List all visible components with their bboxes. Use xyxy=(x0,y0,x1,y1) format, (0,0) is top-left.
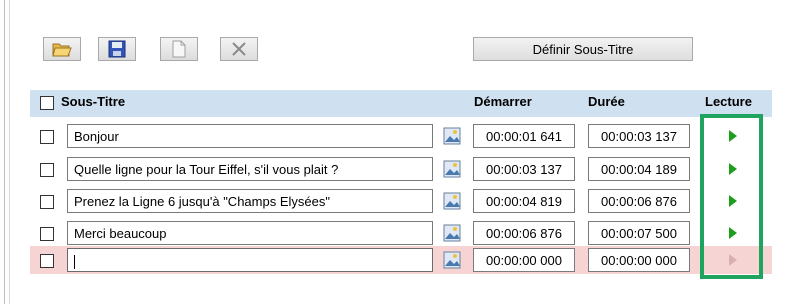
text-caret xyxy=(74,254,75,269)
image-icon[interactable] xyxy=(443,160,461,178)
save-button[interactable] xyxy=(98,37,136,61)
new-document-icon xyxy=(172,40,186,58)
start-time-field[interactable]: 00:00:00 000 xyxy=(473,248,575,272)
play-column-highlight xyxy=(700,114,763,279)
subtitle-text-input[interactable]: Bonjour xyxy=(67,124,433,148)
save-icon xyxy=(108,40,126,58)
header-play: Lecture xyxy=(705,94,752,109)
duration-field[interactable]: 00:00:00 000 xyxy=(588,248,690,272)
delete-button[interactable] xyxy=(220,37,258,61)
duration-field[interactable]: 00:00:03 137 xyxy=(588,124,690,148)
start-time-field[interactable]: 00:00:04 819 xyxy=(473,189,575,213)
image-icon[interactable] xyxy=(443,224,461,242)
subtitle-text-input[interactable]: Prenez la Ligne 6 jusqu'à "Champs Elysée… xyxy=(67,189,433,213)
subtitle-text-input[interactable] xyxy=(67,248,433,272)
close-icon xyxy=(232,42,246,56)
new-button[interactable] xyxy=(160,37,198,61)
row-checkbox[interactable] xyxy=(40,227,54,241)
duration-field[interactable]: 00:00:07 500 xyxy=(588,221,690,245)
start-time-field[interactable]: 00:00:03 137 xyxy=(473,157,575,181)
start-time-field[interactable]: 00:00:06 876 xyxy=(473,221,575,245)
left-panel-border xyxy=(0,0,10,304)
duration-field[interactable]: 00:00:06 876 xyxy=(588,189,690,213)
duration-field[interactable]: 00:00:04 189 xyxy=(588,157,690,181)
start-time-field[interactable]: 00:00:01 641 xyxy=(473,124,575,148)
image-icon[interactable] xyxy=(443,127,461,145)
table-header xyxy=(30,90,772,117)
image-icon[interactable] xyxy=(443,192,461,210)
image-icon[interactable] xyxy=(443,251,461,269)
row-checkbox[interactable] xyxy=(40,163,54,177)
row-checkbox[interactable] xyxy=(40,130,54,144)
subtitle-text-input[interactable]: Quelle ligne pour la Tour Eiffel, s'il v… xyxy=(67,157,433,181)
header-subtitle: Sous-Titre xyxy=(61,94,126,109)
subtitle-text-input[interactable]: Merci beaucoup xyxy=(67,221,433,245)
folder-open-icon xyxy=(52,43,72,57)
define-subtitle-button[interactable]: Définir Sous-Titre xyxy=(473,37,693,61)
row-checkbox[interactable] xyxy=(40,254,54,268)
open-folder-button[interactable] xyxy=(43,37,81,61)
header-start: Démarrer xyxy=(474,94,532,109)
header-duration: Durée xyxy=(588,94,625,109)
select-all-checkbox[interactable] xyxy=(40,96,54,110)
row-checkbox[interactable] xyxy=(40,195,54,209)
